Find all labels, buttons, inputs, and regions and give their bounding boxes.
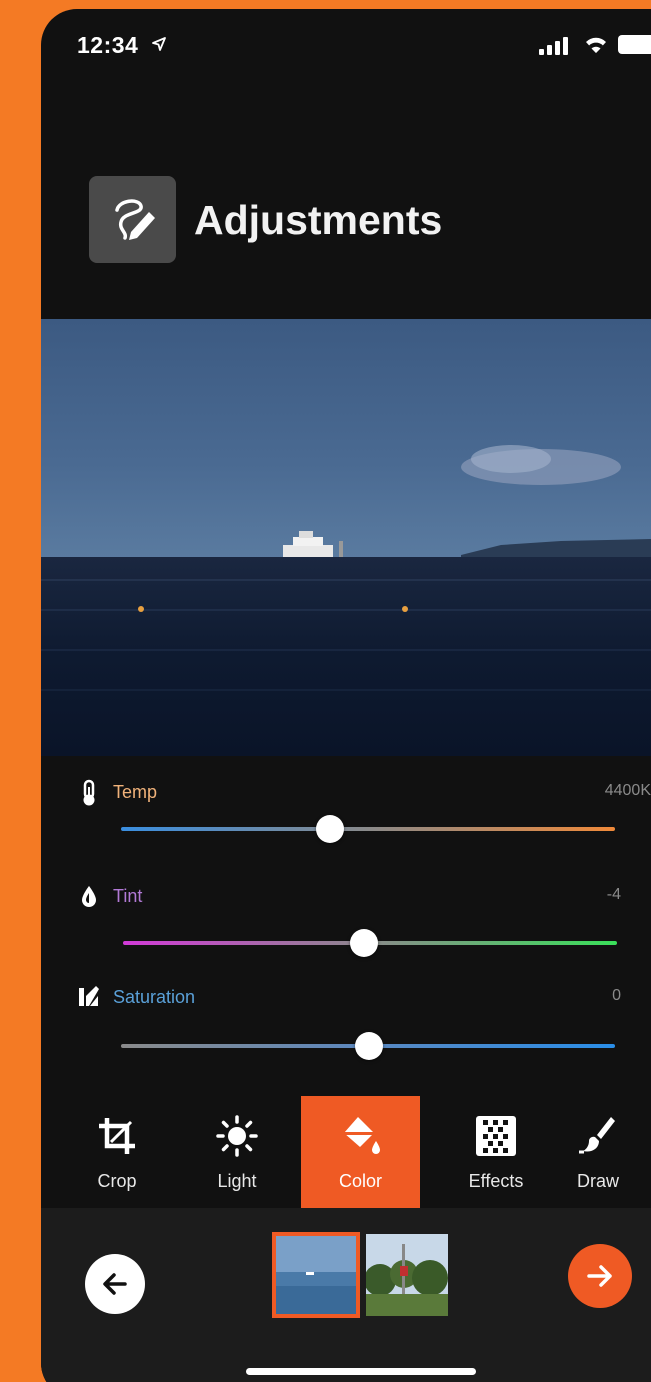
effects-grid-icon — [476, 1116, 516, 1156]
back-button[interactable] — [85, 1254, 145, 1314]
paint-bucket-icon — [343, 1117, 380, 1154]
location-arrow-icon — [152, 37, 166, 51]
tool-draw[interactable]: Draw — [567, 1096, 629, 1208]
saturation-label: Saturation — [113, 987, 196, 1007]
thumbnail-sea-image — [276, 1236, 356, 1314]
tint-adjustment: Tint -4 — [41, 883, 651, 973]
arrow-right-icon — [587, 1265, 612, 1287]
tint-slider-knob[interactable] — [350, 929, 378, 957]
status-bar: 12:34 — [41, 9, 651, 79]
tool-color[interactable]: Color — [301, 1096, 420, 1208]
crop-icon — [99, 1118, 135, 1154]
droplet-icon — [82, 886, 96, 907]
tool-draw-label: Draw — [576, 1171, 619, 1191]
tool-crop[interactable]: Crop — [77, 1096, 157, 1208]
tool-effects-label: Effects — [468, 1171, 524, 1191]
thumbnail-sea[interactable] — [272, 1232, 360, 1318]
photo-preview[interactable] — [41, 319, 651, 756]
temp-adjustment: Temp 4400K — [41, 779, 651, 869]
saturation-icon — [79, 986, 99, 1006]
home-indicator[interactable] — [246, 1368, 476, 1375]
cellular-signal-icon — [539, 37, 568, 55]
tool-light-label: Light — [217, 1171, 257, 1191]
status-time: 12:34 — [77, 32, 139, 58]
tool-bar: Crop Light Color Effects Draw — [41, 1096, 651, 1208]
saturation-slider-knob[interactable] — [355, 1032, 383, 1060]
sun-icon — [216, 1115, 258, 1157]
wifi-icon — [586, 37, 606, 53]
phone-screen: 12:34 Adjustments Temp 4400K Tint -4 Sat… — [41, 9, 651, 1382]
bottom-bar — [41, 1208, 651, 1382]
adjustments-icon-box — [89, 176, 176, 263]
tool-light[interactable]: Light — [197, 1096, 277, 1208]
sea-photo — [41, 319, 651, 756]
tool-color-label: Color — [338, 1171, 382, 1191]
brush-icon — [579, 1117, 615, 1154]
next-button[interactable] — [568, 1244, 632, 1308]
tint-value: -4 — [606, 886, 621, 903]
saturation-value: 0 — [612, 987, 621, 1004]
temp-slider-track[interactable] — [121, 827, 615, 831]
saturation-adjustment: Saturation 0 — [41, 984, 651, 1074]
arrow-left-icon — [103, 1273, 127, 1295]
page-title: Adjustments — [194, 197, 443, 243]
draw-pencil-icon — [114, 198, 155, 240]
thumbnail-trees-image — [366, 1234, 448, 1316]
temp-slider-knob[interactable] — [316, 815, 344, 843]
battery-icon — [618, 35, 651, 54]
temp-label: Temp — [113, 782, 158, 802]
thermometer-icon — [83, 779, 95, 806]
tool-effects[interactable]: Effects — [451, 1096, 541, 1208]
thumbnail-trees[interactable] — [366, 1234, 448, 1316]
tool-crop-label: Crop — [97, 1171, 137, 1191]
tint-label: Tint — [113, 886, 143, 906]
temp-value: 4400K — [604, 782, 651, 799]
